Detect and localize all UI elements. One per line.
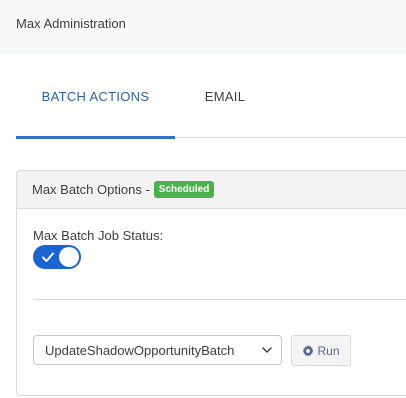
check-icon — [42, 252, 54, 262]
card-title: Max Batch Options - — [32, 182, 150, 197]
card-header: Max Batch Options - Scheduled — [17, 171, 406, 209]
batch-options-card: Max Batch Options - Scheduled Max Batch … — [16, 170, 406, 396]
batch-class-select[interactable]: UpdateShadowOpportunityBatch — [33, 335, 282, 365]
chevron-down-icon — [262, 347, 272, 353]
select-value: UpdateShadowOpportunityBatch — [45, 342, 235, 358]
page-title: Max Administration — [16, 16, 126, 31]
tab-batch-actions[interactable]: BATCH ACTIONS — [16, 54, 175, 139]
status-badge: Scheduled — [153, 181, 215, 198]
tab-email[interactable]: EMAIL — [186, 54, 264, 138]
gear-icon — [303, 344, 314, 356]
run-button-label: Run — [317, 343, 340, 358]
divider — [33, 299, 406, 300]
job-status-toggle[interactable] — [33, 245, 81, 269]
job-status-label: Max Batch Job Status: — [33, 228, 164, 243]
tab-bar: BATCH ACTIONS EMAIL — [16, 54, 406, 139]
toggle-knob — [59, 247, 79, 267]
app-header: Max Administration — [0, 0, 406, 54]
run-button[interactable]: Run — [291, 335, 351, 366]
